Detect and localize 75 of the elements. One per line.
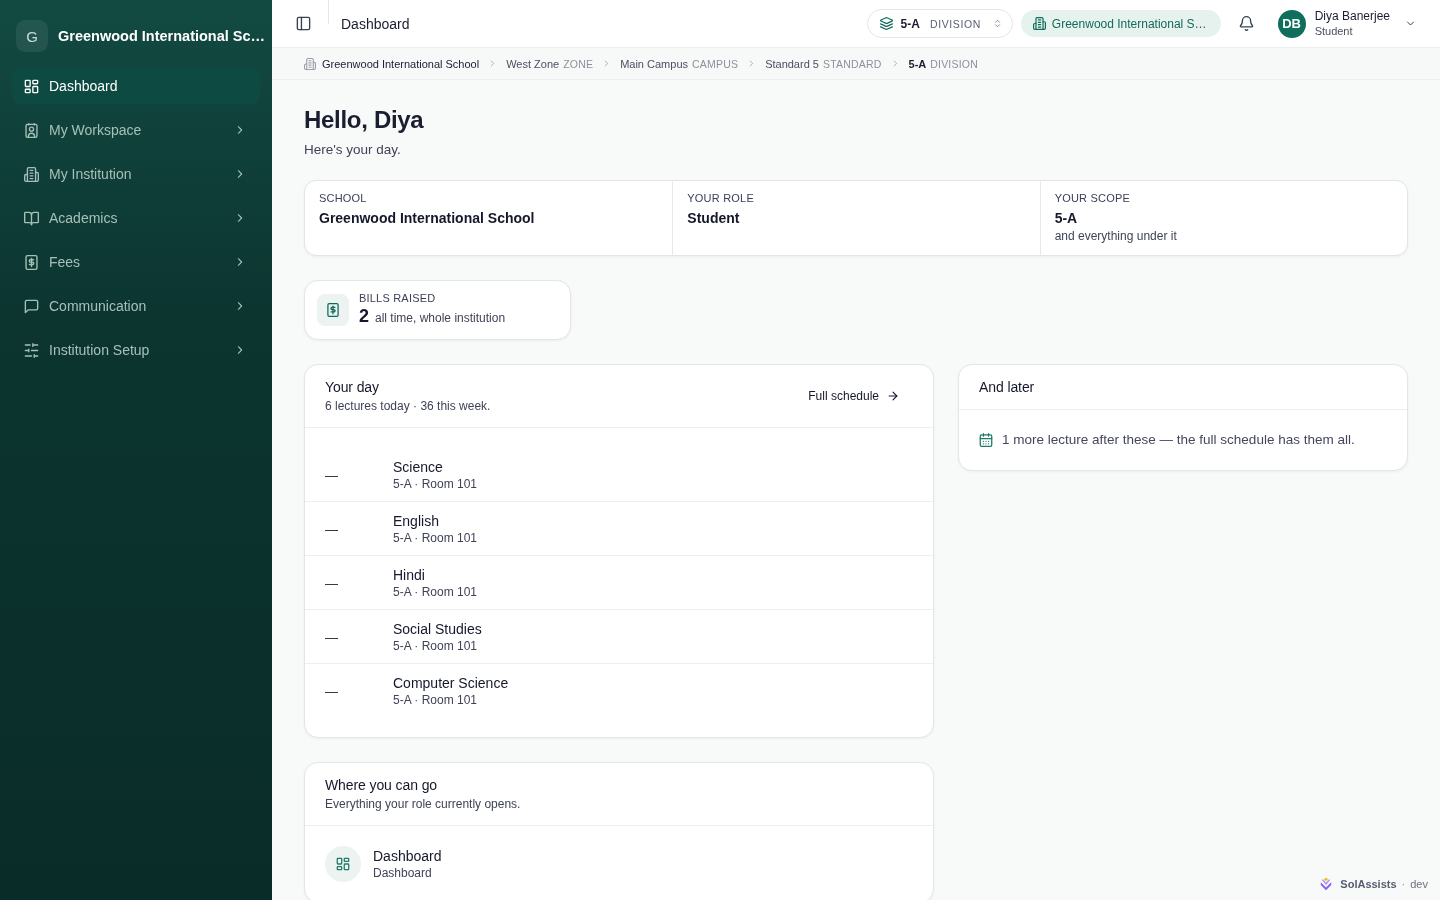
subject-name: Science — [393, 458, 444, 476]
avatar-circle: DB — [1277, 9, 1306, 38]
full-schedule-link[interactable]: Full schedule — [796, 383, 913, 409]
book-icon — [24, 210, 39, 226]
field-label: YOUR ROLE — [687, 191, 755, 205]
stat-label: BILLS RAISED — [359, 291, 437, 305]
card-title: Your day — [325, 378, 380, 397]
school-name: Greenwood International Sc… — [58, 28, 266, 44]
sidebar-item[interactable]: Dashboard — [12, 68, 260, 104]
grid-icon — [325, 846, 361, 882]
stat-note: all time, whole institution — [375, 310, 506, 327]
info-message: 1 more lecture after these — the full schedule has them all. — [1002, 431, 1355, 449]
field-value: Greenwood International School — [319, 209, 536, 228]
chat-bubble-icon — [24, 298, 39, 314]
page-title: Dashboard — [341, 15, 410, 32]
time-text: — — [325, 521, 339, 537]
time-text: — — [325, 575, 339, 591]
class-room-text: 5-A · Room 101 — [393, 476, 478, 492]
bell-icon — [1239, 16, 1255, 31]
greeting-subtitle: Here's your day. — [304, 141, 402, 159]
breadcrumb-current: 5-A DIVISION — [908, 57, 978, 70]
card-subtitle: 6 lectures today · 36 this week. — [325, 398, 491, 415]
breadcrumb-link[interactable]: Standard 5 STANDARD — [765, 57, 882, 70]
layers-icon — [879, 17, 893, 30]
arrow-right-icon — [887, 390, 899, 402]
sidebar-item[interactable]: My Institution — [12, 156, 260, 192]
panel-icon — [295, 16, 311, 31]
sidebar-item[interactable]: Fees — [12, 244, 260, 280]
environment-label: dev — [1410, 878, 1428, 890]
subject-name: English — [393, 512, 440, 530]
breadcrumb-link[interactable]: Main Campus CAMPUS — [620, 57, 739, 70]
card-title: Where you can go — [325, 776, 439, 795]
class-room-text: 5-A · Room 101 — [393, 638, 479, 654]
subject-name: Hindi — [393, 566, 426, 584]
field-label: SCHOOL — [319, 191, 368, 205]
stat-value: 2 — [359, 305, 369, 327]
building-icon — [24, 166, 39, 182]
person-card-icon — [24, 122, 39, 138]
field-value: Student — [687, 209, 741, 228]
class-room-text: 5-A · Room 101 — [393, 692, 479, 708]
destination-link[interactable]: Dashboard Dashboard — [325, 846, 913, 882]
up-down-chevron-icon — [992, 18, 1002, 29]
breadcrumb-link[interactable]: West Zone ZONE — [506, 57, 594, 70]
user-menu[interactable]: DB Diya Banerjee Student — [1277, 8, 1416, 39]
school-switcher[interactable]: Greenwood International S… — [1020, 10, 1221, 37]
sliders-icon — [24, 342, 39, 358]
time-text: — — [325, 629, 339, 645]
sidebar-item[interactable]: Academics — [12, 200, 260, 236]
class-room-text: 5-A · Room 101 — [393, 584, 478, 600]
brand-label: SolAssists — [1340, 878, 1397, 890]
card-title: And later — [979, 378, 1035, 397]
time-text: — — [325, 683, 339, 699]
scope-selector[interactable]: 5-A DIVISION — [866, 9, 1013, 38]
time-text: — — [325, 467, 339, 483]
field-label: YOUR SCOPE — [1054, 191, 1131, 205]
grid-icon — [24, 78, 39, 94]
subject-name: Computer Science — [393, 674, 509, 692]
field-value: 5-A — [1054, 209, 1079, 228]
greeting-heading: Hello, Diya — [304, 105, 425, 135]
field-note: and everything under it — [1054, 228, 1178, 244]
breadcrumb-link[interactable]: Greenwood International School — [304, 57, 480, 70]
sidebar-item[interactable]: My Workspace — [12, 112, 260, 148]
building-icon — [1032, 17, 1046, 30]
logo-icon — [1319, 877, 1334, 891]
receipt-icon — [317, 294, 349, 326]
card-subtitle: Everything your role currently opens. — [325, 796, 521, 813]
logo-badge: G — [16, 20, 48, 52]
sidebar-item[interactable]: Communication — [12, 288, 260, 324]
class-room-text: 5-A · Room 101 — [393, 530, 478, 546]
calendar-icon — [979, 433, 993, 447]
receipt-icon — [24, 254, 39, 270]
separator-dot: · — [1401, 878, 1406, 890]
subject-name: Social Studies — [393, 620, 482, 638]
sidebar-item[interactable]: Institution Setup — [12, 332, 260, 368]
building-icon — [304, 57, 316, 70]
